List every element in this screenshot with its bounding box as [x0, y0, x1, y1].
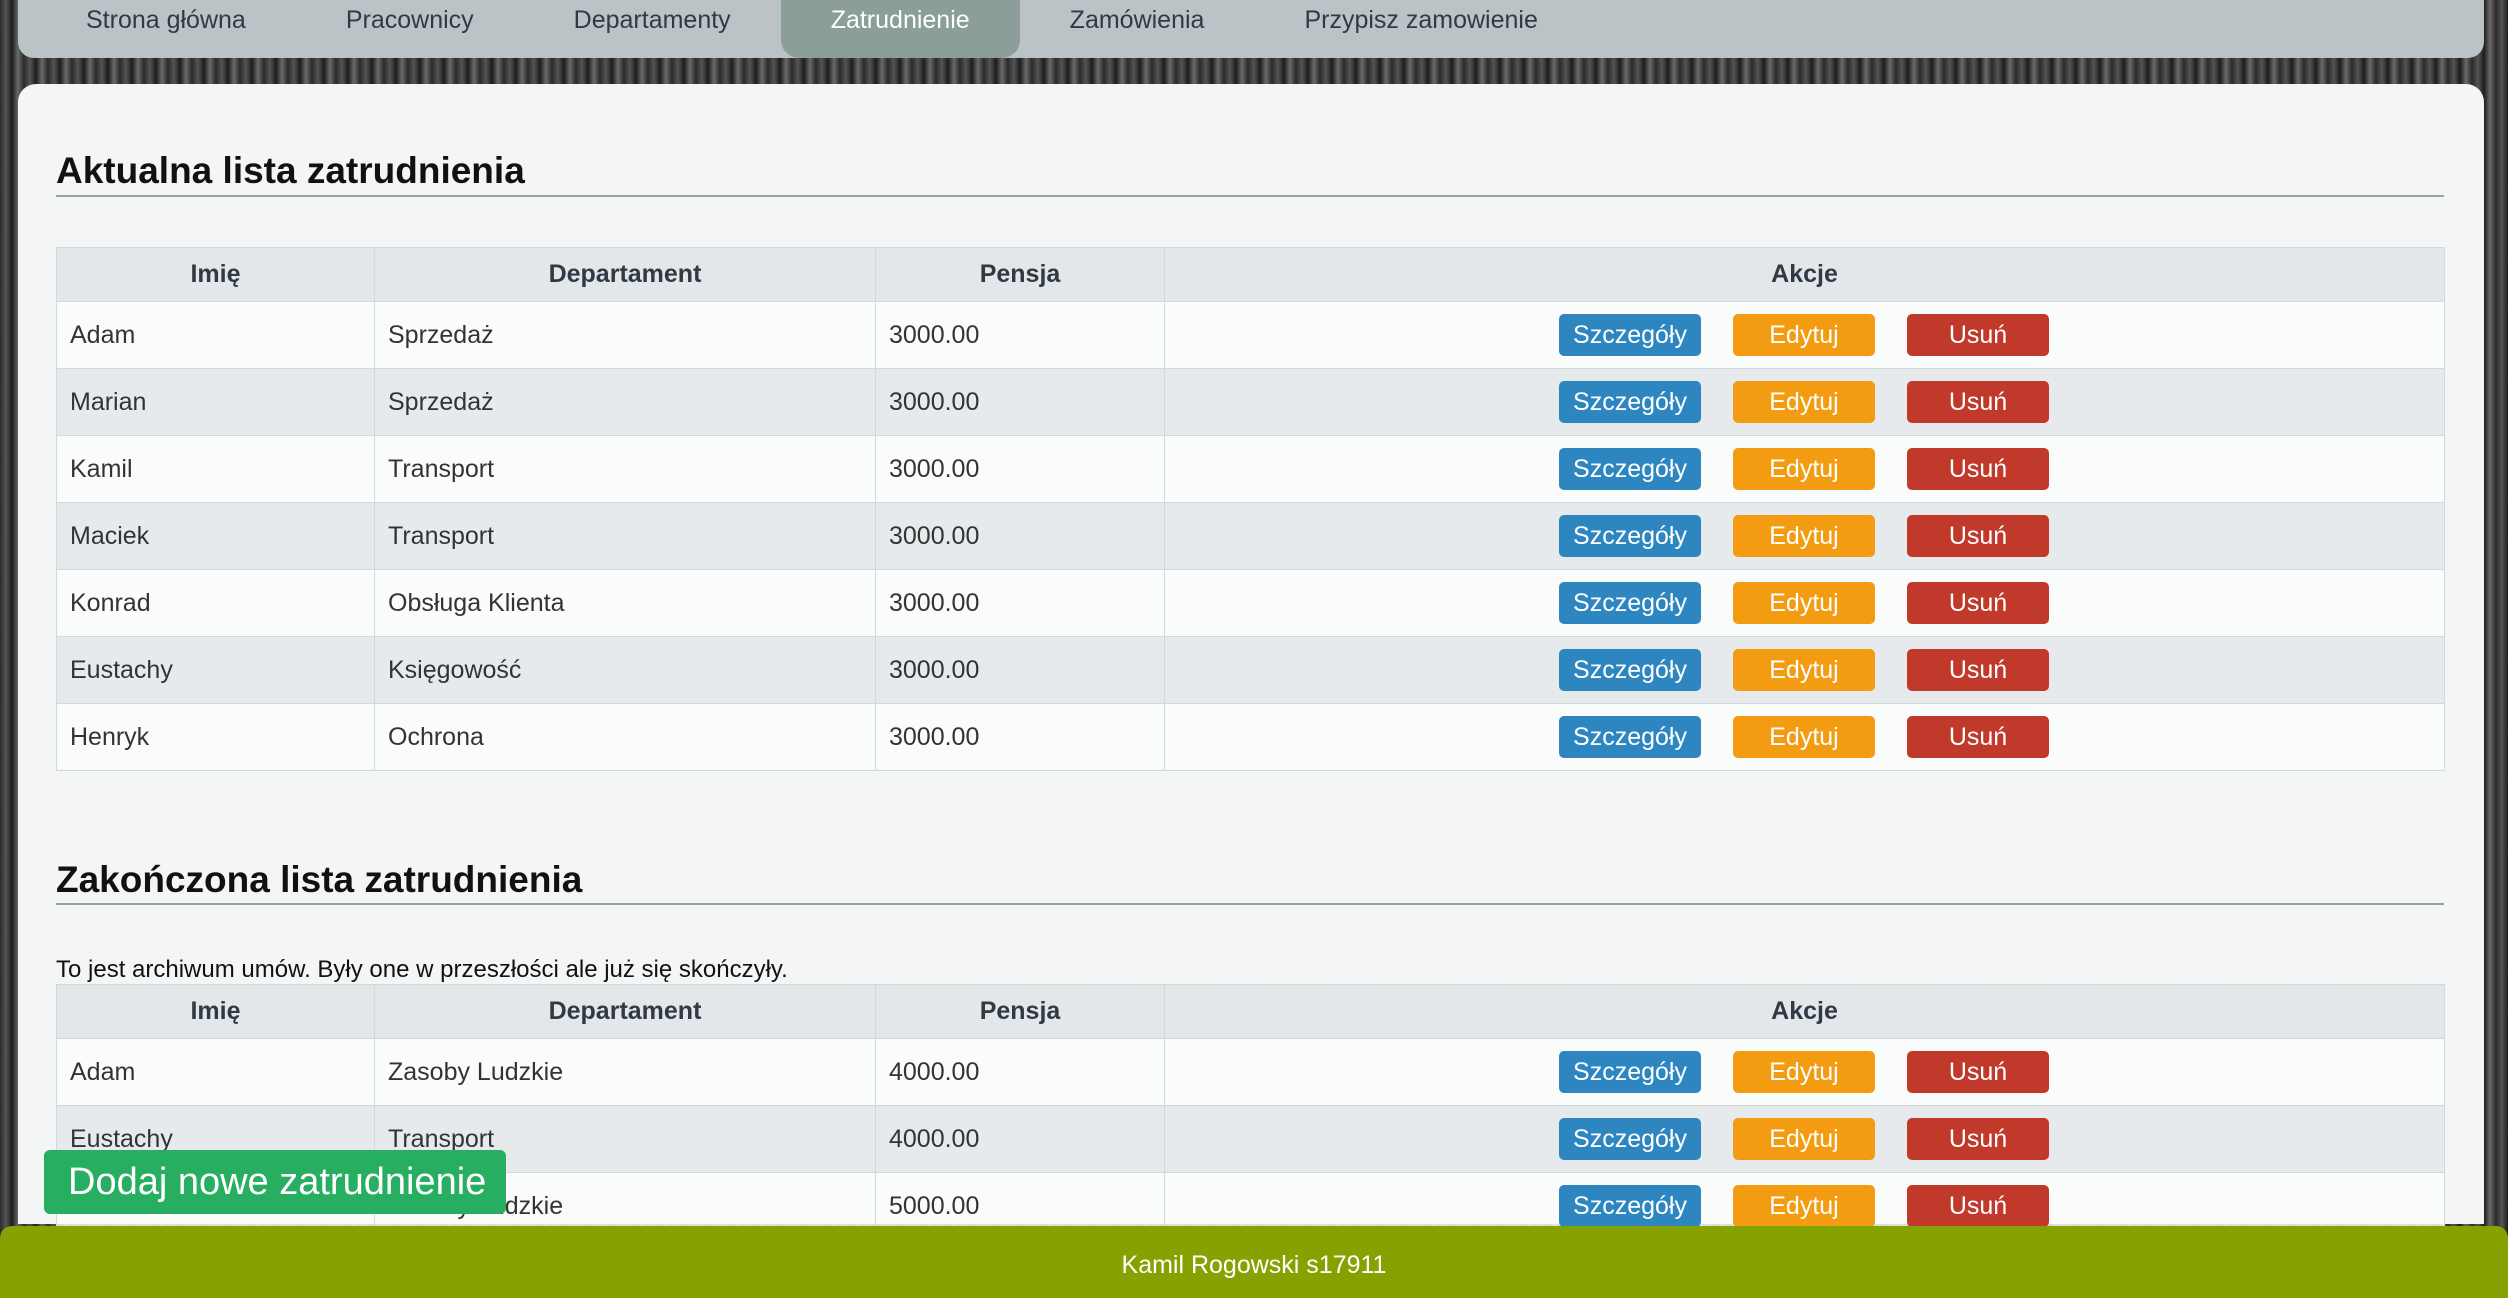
table-row: Eustachy Księgowość 3000.00 Szczegóły Edytuj… — [56, 636, 2445, 704]
nav-assign-order[interactable]: Przypisz zamowienie — [1254, 0, 1587, 58]
cell-department: Sprzedaż — [374, 368, 876, 436]
table-row: Marian Sprzedaż 3000.00 Szczegóły Edytuj Usuń — [56, 368, 2445, 436]
details-button[interactable]: Szczegóły — [1559, 515, 1701, 557]
cell-salary: 4000.00 — [875, 1105, 1165, 1173]
header-salary: Pensja — [875, 247, 1165, 302]
current-divider — [56, 195, 2444, 197]
cell-actions: Szczegóły Edytuj Usuń — [1164, 502, 2445, 570]
table-row: Kamil Transport 3000.00 Szczegóły Edytuj Usuń — [56, 435, 2445, 503]
nav-orders[interactable]: Zamówienia — [1020, 0, 1255, 58]
edit-button[interactable]: Edytuj — [1733, 649, 1875, 691]
header-name: Imię — [56, 247, 375, 302]
cell-department: Sprzedaż — [374, 301, 876, 369]
cell-actions: Szczegóły Edytuj Usuń — [1164, 569, 2445, 637]
details-button[interactable]: Szczegóły — [1559, 314, 1701, 356]
details-button[interactable]: Szczegóły — [1559, 1051, 1701, 1093]
cell-name: Marian — [56, 368, 375, 436]
add-employment-button[interactable]: Dodaj nowe zatrudnienie — [44, 1150, 506, 1214]
details-button[interactable]: Szczegóły — [1559, 716, 1701, 758]
delete-button[interactable]: Usuń — [1907, 582, 2049, 624]
table-row: Adam Sprzedaż 3000.00 Szczegóły Edytuj Usuń — [56, 301, 2445, 369]
table-row: Maciek Transport 3000.00 Szczegóły Edytuj Usu… — [56, 502, 2445, 570]
details-button[interactable]: Szczegóły — [1559, 448, 1701, 490]
nav-home[interactable]: Strona główna — [52, 0, 296, 58]
cell-salary: 3000.00 — [875, 502, 1165, 570]
cell-actions: Szczegóły Edytuj Usuń — [1164, 301, 2445, 369]
edit-button[interactable]: Edytuj — [1733, 1118, 1875, 1160]
delete-button[interactable]: Usuń — [1907, 448, 2049, 490]
edit-button[interactable]: Edytuj — [1733, 1051, 1875, 1093]
cell-name: Kamil — [56, 435, 375, 503]
cell-actions: Szczegóły Edytuj Usuń — [1164, 368, 2445, 436]
delete-button[interactable]: Usuń — [1907, 716, 2049, 758]
cell-actions: Szczegóły Edytuj Usuń — [1164, 636, 2445, 704]
cell-department: Transport — [374, 502, 876, 570]
edit-button[interactable]: Edytuj — [1733, 314, 1875, 356]
header-name: Imię — [56, 984, 375, 1039]
nav-employees[interactable]: Pracownicy — [296, 0, 524, 58]
cell-name: Henryk — [56, 703, 375, 771]
table-header-row: Imię Departament Pensja Akcje — [56, 984, 2445, 1039]
header-salary: Pensja — [875, 984, 1165, 1039]
cell-salary: 3000.00 — [875, 703, 1165, 771]
edit-button[interactable]: Edytuj — [1733, 448, 1875, 490]
ended-employment-title: Zakończona lista zatrudnienia — [56, 859, 583, 900]
cell-actions: Szczegóły Edytuj Usuń — [1164, 703, 2445, 771]
cell-department: Ochrona — [374, 703, 876, 771]
edit-button[interactable]: Edytuj — [1733, 515, 1875, 557]
details-button[interactable]: Szczegóły — [1559, 582, 1701, 624]
delete-button[interactable]: Usuń — [1907, 515, 2049, 557]
delete-button[interactable]: Usuń — [1907, 1185, 2049, 1227]
delete-button[interactable]: Usuń — [1907, 314, 2049, 356]
cell-name: Eustachy — [56, 636, 375, 704]
cell-name: Adam — [56, 1038, 375, 1106]
current-employment-table: Imię Departament Pensja Akcje Adam Sprzed… — [56, 247, 2445, 771]
cell-name: Konrad — [56, 569, 375, 637]
cell-department: Księgowość — [374, 636, 876, 704]
edit-button[interactable]: Edytuj — [1733, 381, 1875, 423]
top-navigation: Strona główna Pracownicy Departamenty Za… — [18, 0, 2484, 58]
nav-departments[interactable]: Departamenty — [524, 0, 781, 58]
details-button[interactable]: Szczegóły — [1559, 381, 1701, 423]
cell-department: Zasoby Ludzkie — [374, 1038, 876, 1106]
details-button[interactable]: Szczegóły — [1559, 1185, 1701, 1227]
details-button[interactable]: Szczegóły — [1559, 1118, 1701, 1160]
table-row: Henryk Ochrona 3000.00 Szczegóły Edytuj Usuń — [56, 703, 2445, 771]
footer: Kamil Rogowski s17911 — [0, 1226, 2508, 1298]
current-employment-title: Aktualna lista zatrudnienia — [56, 150, 525, 191]
edit-button[interactable]: Edytuj — [1733, 716, 1875, 758]
delete-button[interactable]: Usuń — [1907, 1051, 2049, 1093]
header-actions: Akcje — [1164, 247, 2445, 302]
edit-button[interactable]: Edytuj — [1733, 582, 1875, 624]
header-department: Departament — [374, 984, 876, 1039]
cell-salary: 4000.00 — [875, 1038, 1165, 1106]
cell-salary: 3000.00 — [875, 569, 1165, 637]
cell-actions: Szczegóły Edytuj Usuń — [1164, 1105, 2445, 1173]
cell-salary: 3000.00 — [875, 636, 1165, 704]
cell-actions: Szczegóły Edytuj Usuń — [1164, 435, 2445, 503]
details-button[interactable]: Szczegóły — [1559, 649, 1701, 691]
cell-name: Adam — [56, 301, 375, 369]
cell-salary: 3000.00 — [875, 435, 1165, 503]
cell-department: Transport — [374, 435, 876, 503]
table-row: Konrad Obsługa Klienta 3000.00 Szczegóły Edy… — [56, 569, 2445, 637]
cell-actions: Szczegóły Edytuj Usuń — [1164, 1038, 2445, 1106]
header-department: Departament — [374, 247, 876, 302]
delete-button[interactable]: Usuń — [1907, 1118, 2049, 1160]
delete-button[interactable]: Usuń — [1907, 381, 2049, 423]
cell-department: Obsługa Klienta — [374, 569, 876, 637]
archive-note: To jest archiwum umów. Były one w przesz… — [56, 956, 788, 983]
ended-divider — [56, 903, 2444, 905]
table-header-row: Imię Departament Pensja Akcje — [56, 247, 2445, 302]
cell-salary: 3000.00 — [875, 368, 1165, 436]
nav-employment[interactable]: Zatrudnienie — [780, 0, 1020, 58]
cell-name: Maciek — [56, 502, 375, 570]
table-row: Adam Zasoby Ludzkie 4000.00 Szczegóły Edytuj… — [56, 1038, 2445, 1106]
edit-button[interactable]: Edytuj — [1733, 1185, 1875, 1227]
cell-salary: 3000.00 — [875, 301, 1165, 369]
header-actions: Akcje — [1164, 984, 2445, 1039]
delete-button[interactable]: Usuń — [1907, 649, 2049, 691]
